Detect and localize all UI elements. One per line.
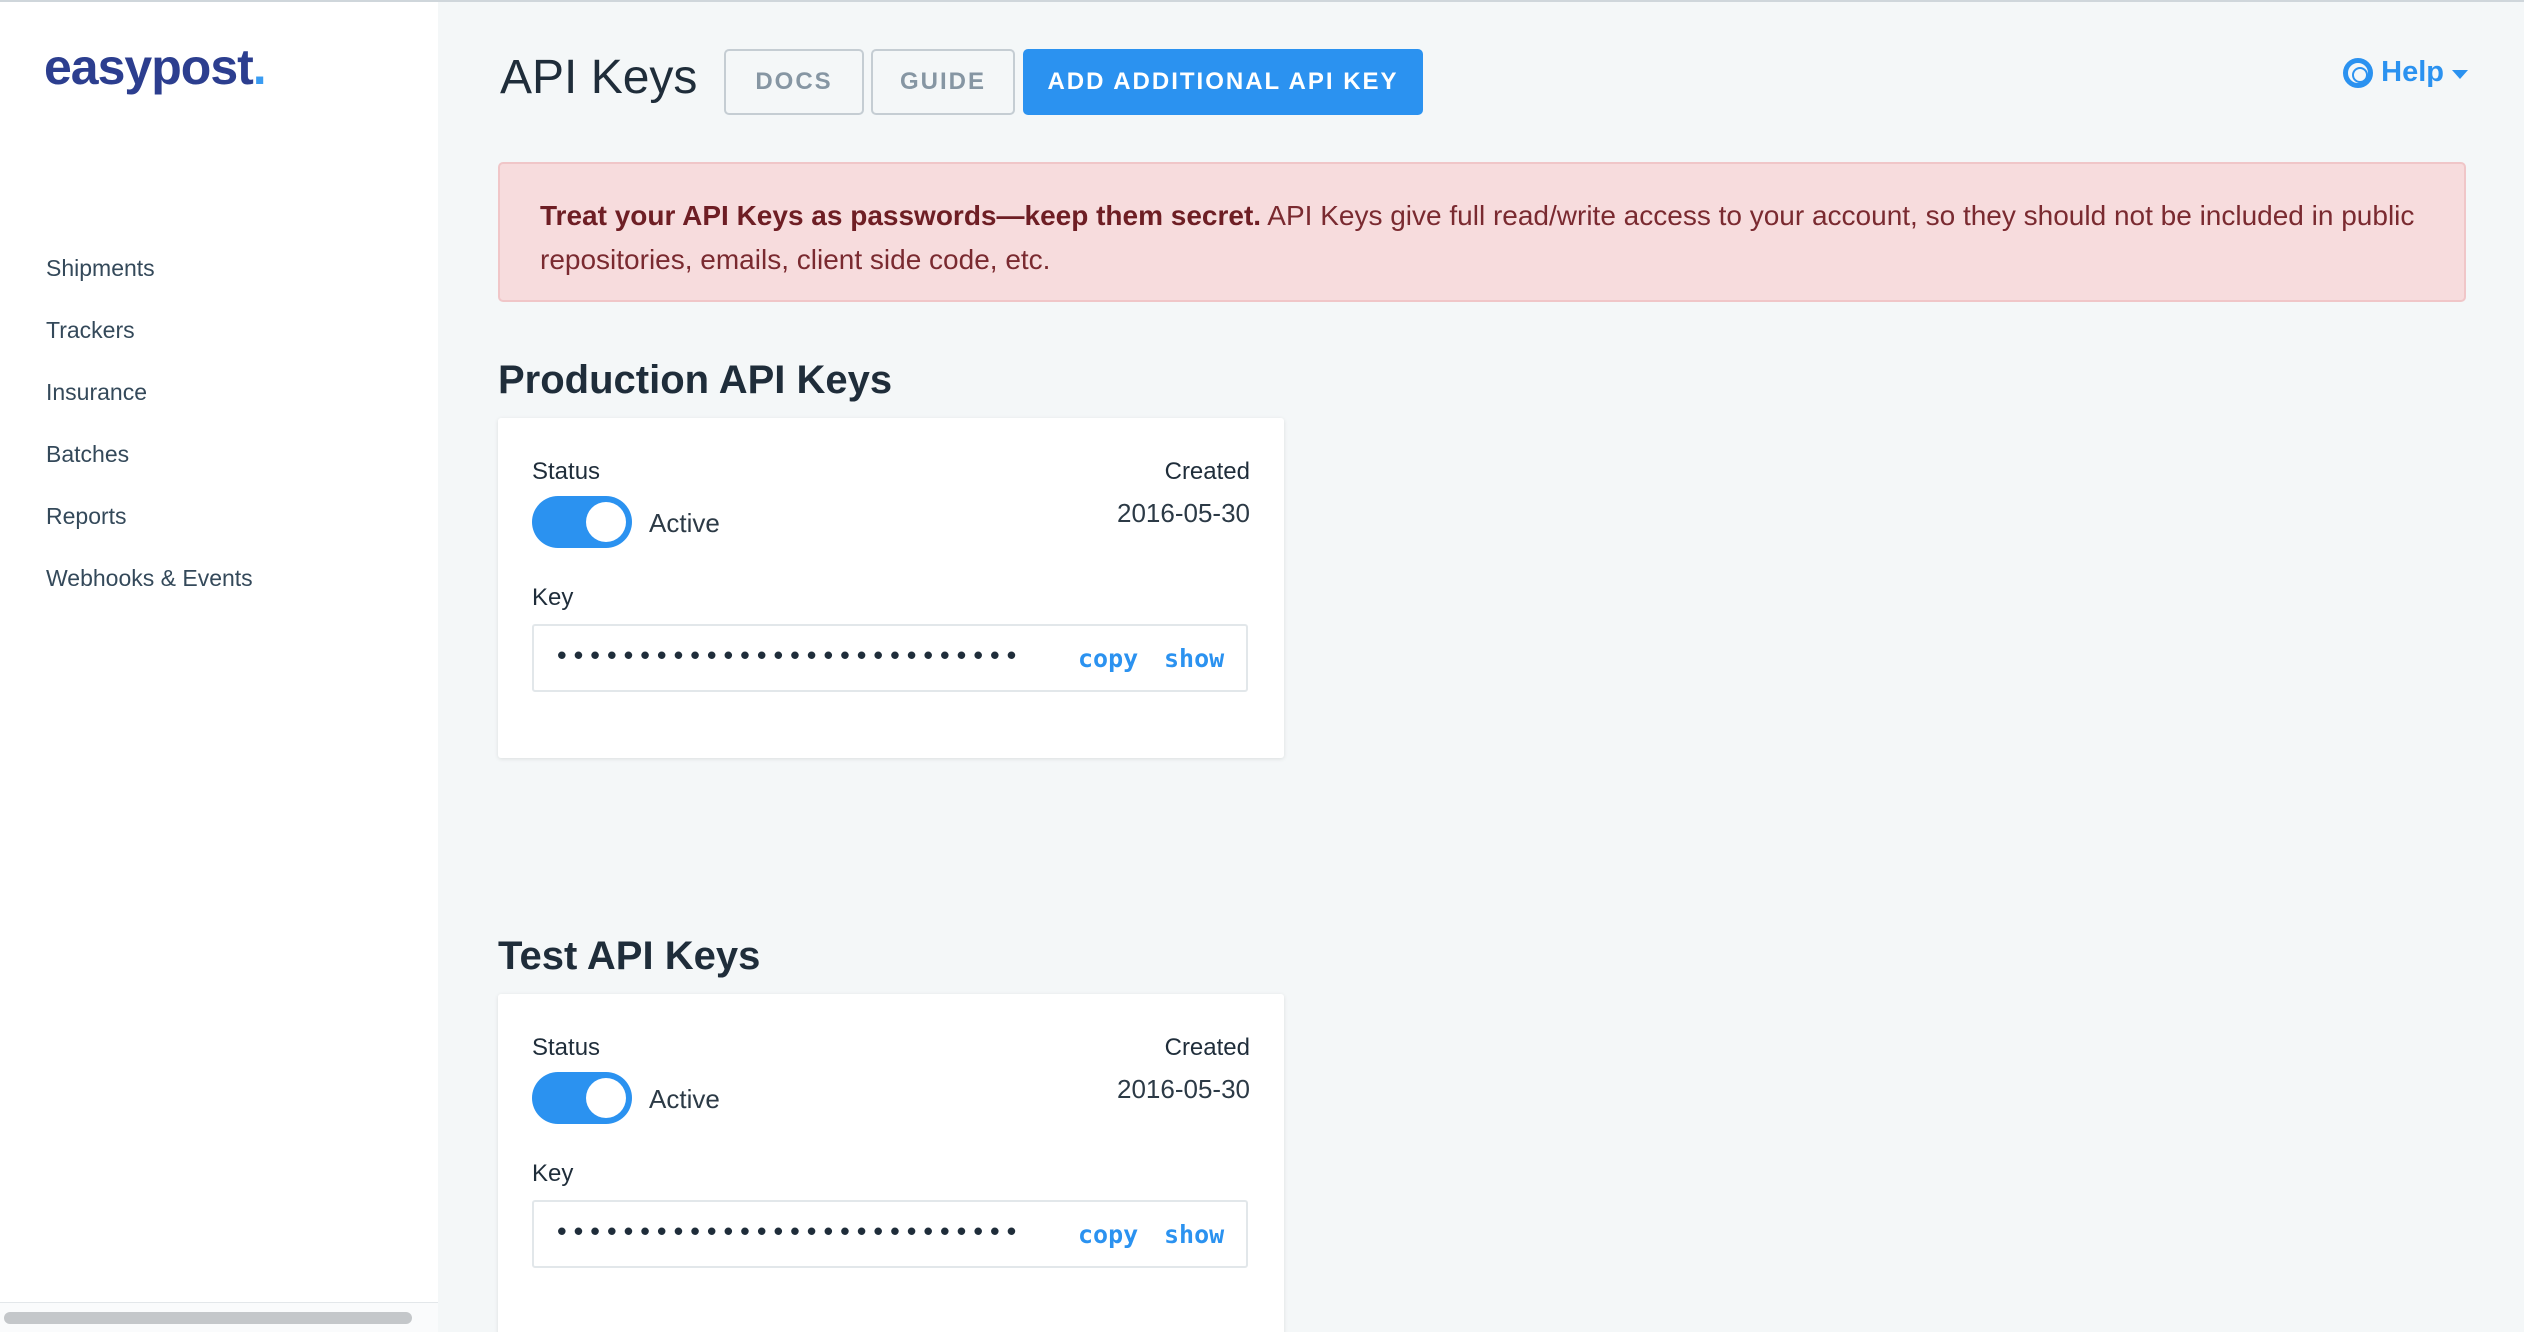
api-key-field: •••••••••••••••••••••••••••• copy show xyxy=(532,624,1248,692)
chevron-down-icon xyxy=(2452,70,2468,79)
logo-dot: . xyxy=(252,39,267,95)
sidebar-item-trackers[interactable]: Trackers xyxy=(46,316,253,378)
easypost-logo[interactable]: easypost. xyxy=(44,38,267,96)
status-value: Active xyxy=(649,508,720,538)
created-date: 2016-05-30 xyxy=(1117,498,1250,528)
security-alert: Treat your API Keys as passwords—keep th… xyxy=(498,162,2466,302)
guide-button[interactable]: GUIDE xyxy=(871,49,1015,115)
copy-key-link[interactable]: copy xyxy=(1078,1220,1138,1249)
toggle-knob xyxy=(586,502,626,542)
add-api-key-button[interactable]: ADD ADDITIONAL API KEY xyxy=(1023,49,1423,115)
test-key-card: Status Created Active 2016-05-30 Key •••… xyxy=(498,994,1284,1332)
sidebar-item-webhooks-events[interactable]: Webhooks & Events xyxy=(46,564,253,626)
masked-key: •••••••••••••••••••••••••••• xyxy=(554,642,1021,672)
status-label: Status xyxy=(532,458,601,485)
status-toggle[interactable] xyxy=(532,1072,632,1124)
sidebar: easypost. Shipments Trackers Insurance B… xyxy=(0,2,438,1332)
show-key-link[interactable]: show xyxy=(1164,1220,1224,1249)
sidebar-item-insurance[interactable]: Insurance xyxy=(46,378,253,440)
sidebar-item-reports[interactable]: Reports xyxy=(46,502,253,564)
sidebar-nav: Shipments Trackers Insurance Batches Rep… xyxy=(46,254,253,626)
created-label: Created xyxy=(1164,1034,1250,1061)
status-toggle[interactable] xyxy=(532,496,632,548)
sidebar-item-batches[interactable]: Batches xyxy=(46,440,253,502)
key-label: Key xyxy=(532,1160,574,1187)
scrollbar-thumb[interactable] xyxy=(4,1312,412,1324)
show-key-link[interactable]: show xyxy=(1164,644,1224,673)
test-section-title: Test API Keys xyxy=(498,934,761,978)
key-label: Key xyxy=(532,584,574,611)
help-menu[interactable]: Help xyxy=(2343,56,2468,89)
page-title: API Keys xyxy=(500,51,698,104)
status-label: Status xyxy=(532,1034,601,1061)
sidebar-item-shipments[interactable]: Shipments xyxy=(46,254,253,316)
sidebar-horizontal-scrollbar[interactable] xyxy=(0,1302,438,1332)
help-label: Help xyxy=(2381,56,2444,88)
created-date: 2016-05-30 xyxy=(1117,1074,1250,1104)
toggle-knob xyxy=(586,1078,626,1118)
logo-text: easypost xyxy=(44,39,254,95)
status-value: Active xyxy=(649,1084,720,1114)
alert-strong-text: Treat your API Keys as passwords—keep th… xyxy=(540,200,1262,231)
created-label: Created xyxy=(1164,458,1250,485)
copy-key-link[interactable]: copy xyxy=(1078,644,1138,673)
production-key-card: Status Created Active 2016-05-30 Key •••… xyxy=(498,418,1284,758)
production-section-title: Production API Keys xyxy=(498,358,893,402)
lifebuoy-icon xyxy=(2343,57,2374,88)
masked-key: •••••••••••••••••••••••••••• xyxy=(554,1218,1021,1248)
api-key-field: •••••••••••••••••••••••••••• copy show xyxy=(532,1200,1248,1268)
docs-button[interactable]: DOCS xyxy=(724,49,864,115)
